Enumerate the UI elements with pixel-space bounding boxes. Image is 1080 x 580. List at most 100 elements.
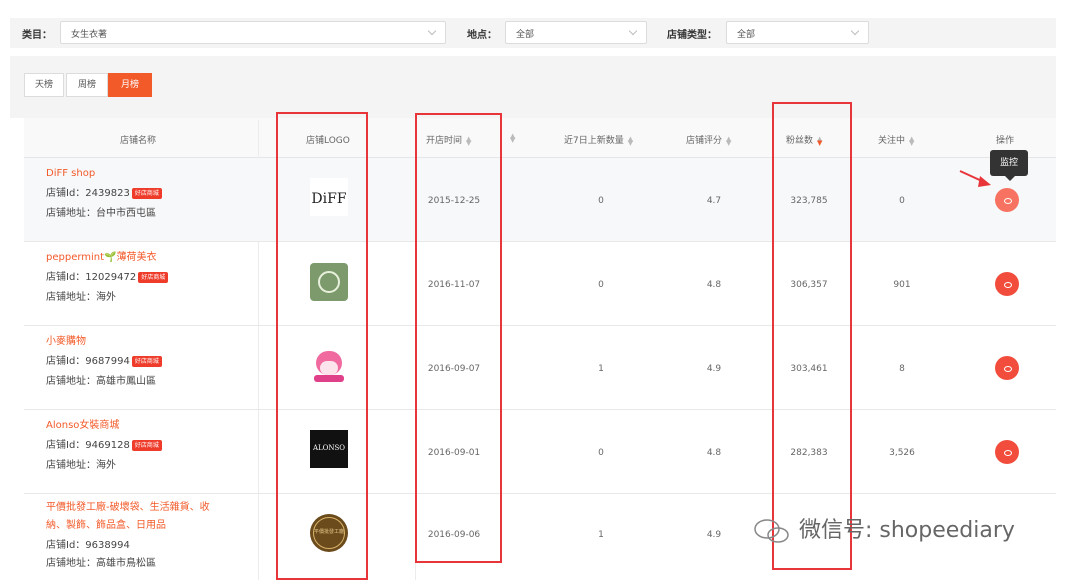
sort-extra[interactable]: ▲ ▼ — [506, 131, 516, 144]
addr-value: 高雄市鳳山區 — [96, 376, 156, 387]
arrow-icon — [959, 170, 991, 187]
id-prefix: 店铺Id： — [46, 188, 86, 199]
shop-type-select[interactable]: 全部 — [726, 21, 869, 44]
shop-id: 店铺Id：9687994 好店商城 — [46, 352, 162, 367]
col-following[interactable]: 关注中 ▲ ▼ — [878, 133, 914, 146]
location-value: 全部 — [516, 30, 535, 40]
following: 901 — [893, 280, 911, 290]
mall-badge: 好店商城 — [138, 271, 169, 283]
tab-day[interactable]: 天榜 — [24, 73, 64, 97]
shop-name-link[interactable]: DiFF shop — [46, 166, 95, 181]
open-time-column-highlight — [415, 113, 502, 563]
table-header: 店铺名称 店铺LOGO 开店时间 ▲ ▼ ▲ ▼ 近7日上新数量 ▲ ▼ 店铺评分 ▲ ▼ 粉… — [24, 118, 1056, 158]
new-items: 0 — [598, 196, 604, 206]
mall-badge: 好店商城 — [131, 355, 162, 367]
addr-prefix: 店铺地址： — [46, 292, 96, 303]
sort-icon: ▲ ▼ — [909, 134, 915, 147]
chevron-down-icon — [628, 26, 638, 36]
location-label: 地点： — [467, 30, 497, 41]
addr-prefix: 店铺地址： — [46, 558, 96, 569]
tabs-area — [10, 56, 1056, 118]
id-value: 9687994 — [85, 356, 130, 367]
shop-address: 店铺地址：高雄市鳳山區 — [46, 372, 156, 387]
location-select[interactable]: 全部 — [505, 21, 647, 44]
sort-icon: ▲ ▼ — [510, 131, 516, 144]
sort-icon: ▲ ▼ — [726, 134, 732, 147]
following: 8 — [899, 364, 905, 374]
rating: 4.8 — [706, 448, 722, 458]
chevron-down-icon — [850, 26, 860, 36]
sort-icon: ▲ ▼ — [627, 134, 634, 147]
id-prefix: 店铺Id： — [46, 540, 86, 551]
addr-prefix: 店铺地址： — [46, 376, 96, 387]
mall-badge: 好店商城 — [131, 439, 162, 451]
mall-badge: 好店商城 — [131, 187, 162, 199]
category-value: 女生衣著 — [71, 30, 108, 40]
addr-prefix: 店铺地址： — [46, 460, 96, 471]
watermark-text: 微信号: shopeediary — [799, 518, 1015, 543]
addr-prefix: 店铺地址： — [46, 208, 96, 219]
col-action: 操作 — [996, 136, 1015, 146]
id-prefix: 店铺Id： — [46, 440, 86, 451]
shop-address: 店铺地址：台中市西屯區 — [46, 204, 156, 219]
followers-column-highlight — [772, 102, 852, 570]
shop-name-line1[interactable]: 平價批發工廠-破壞袋、生活雜貨、收 — [46, 500, 210, 515]
id-prefix: 店铺Id： — [46, 272, 86, 283]
table-row: DiFF shop 店铺Id：2439823 好店商城 店铺地址：台中市西屯區 D… — [24, 158, 1056, 242]
new-items: 1 — [598, 364, 604, 374]
new-items: 0 — [598, 448, 604, 458]
shop-name-line2[interactable]: 納、製飾、飾品盒、日用品 — [46, 518, 166, 533]
col-rating[interactable]: 店铺评分 ▲ ▼ — [686, 133, 731, 146]
monitor-button[interactable] — [995, 272, 1019, 296]
category-label: 类目： — [22, 30, 52, 41]
shop-name-link[interactable]: Alonso女裝商城 — [46, 418, 119, 433]
rating: 4.7 — [706, 196, 722, 206]
addr-value: 高雄市鳥松區 — [96, 558, 156, 569]
rating: 4.8 — [706, 280, 722, 290]
monitor-button[interactable] — [995, 188, 1019, 212]
rating: 4.9 — [706, 530, 722, 540]
new-items: 0 — [598, 280, 604, 290]
id-value: 9638994 — [85, 540, 130, 551]
id-value: 2439823 — [85, 188, 130, 199]
table-row: 小麥購物 店铺Id：9687994 好店商城 店铺地址：高雄市鳳山區 2016-0… — [24, 326, 1056, 410]
shop-id: 店铺Id：9638994 — [46, 536, 130, 551]
logo-column-highlight — [276, 112, 368, 580]
col-following-label: 关注中 — [878, 136, 906, 146]
shop-name-link[interactable]: 小麥購物 — [46, 334, 86, 349]
addr-value: 海外 — [96, 460, 116, 471]
col-rating-label: 店铺评分 — [686, 136, 723, 146]
tab-week[interactable]: 周榜 — [66, 73, 108, 97]
following: 3,526 — [889, 448, 915, 458]
id-value: 9469128 — [85, 440, 130, 451]
addr-value: 海外 — [96, 292, 116, 303]
category-select[interactable]: 女生衣著 — [60, 21, 446, 44]
col-new-items[interactable]: 近7日上新数量 ▲ ▼ — [564, 133, 633, 146]
following: 0 — [899, 196, 905, 206]
chevron-down-icon — [427, 26, 437, 36]
table-row: peppermint🌱薄荷美衣 店铺Id：12029472 好店商城 店铺地址：海… — [24, 242, 1056, 326]
monitor-button[interactable] — [995, 440, 1019, 464]
shop-id: 店铺Id：2439823 好店商城 — [46, 184, 162, 199]
monitor-button[interactable] — [995, 356, 1019, 380]
shop-type-label: 店铺类型： — [667, 30, 717, 41]
tab-month[interactable]: 月榜 — [108, 73, 152, 97]
shop-address: 店铺地址：高雄市鳥松區 — [46, 554, 156, 569]
shop-address: 店铺地址：海外 — [46, 456, 116, 471]
new-items: 1 — [598, 530, 604, 540]
id-prefix: 店铺Id： — [46, 356, 86, 367]
shop-address: 店铺地址：海外 — [46, 288, 116, 303]
id-value: 12029472 — [85, 272, 137, 283]
col-shop-name: 店铺名称 — [120, 136, 157, 146]
wechat-icon — [754, 519, 789, 543]
shop-type-value: 全部 — [737, 30, 756, 40]
addr-value: 台中市西屯區 — [96, 208, 156, 219]
shop-name-link[interactable]: peppermint🌱薄荷美衣 — [46, 250, 157, 265]
shop-id: 店铺Id：9469128 好店商城 — [46, 436, 162, 451]
col-new-items-label: 近7日上新数量 — [564, 136, 624, 146]
shop-id: 店铺Id：12029472 好店商城 — [46, 268, 169, 283]
table-row: Alonso女裝商城 店铺Id：9469128 好店商城 店铺地址：海外 ALON… — [24, 410, 1056, 494]
rating: 4.9 — [706, 364, 722, 374]
monitor-tooltip: 监控 — [990, 150, 1028, 181]
watermark: 微信号: shopeediary — [752, 512, 1015, 546]
